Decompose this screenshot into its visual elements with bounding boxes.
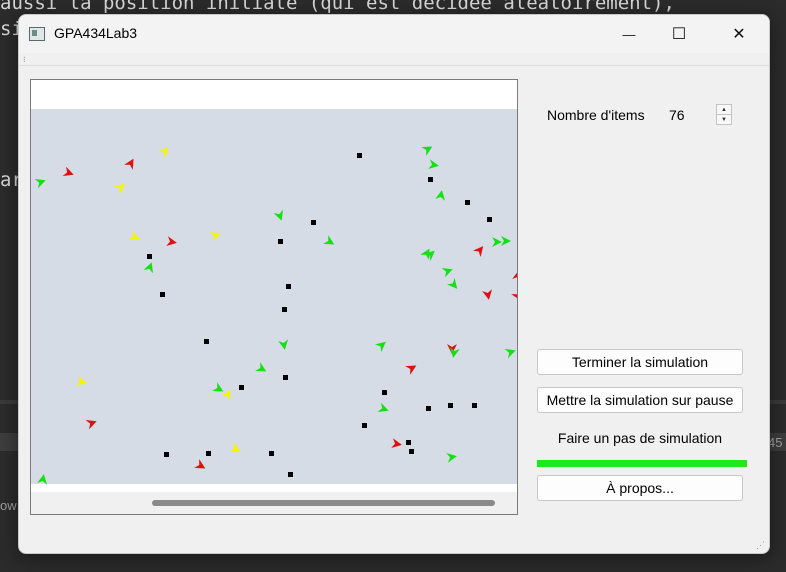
food-dot [283,375,288,380]
menu-bar: ⁝ [19,53,769,66]
items-count-label: Nombre d'items [547,107,645,123]
agent-red-icon [391,438,402,449]
agent-green-icon [421,146,433,156]
app-icon [29,27,45,41]
agent-green-icon [428,159,439,170]
spin-down-icon[interactable]: ▼ [716,114,732,125]
simulation-view[interactable] [30,79,518,515]
agent-green-icon [374,341,386,353]
background-ghost-text: ow [0,498,17,513]
agent-green-icon [446,452,457,463]
agent-red-icon [62,166,74,176]
window-title: GPA434Lab3 [54,25,138,41]
agent-red-icon [194,459,206,469]
background-code-line: aussi la position initiale (qui est déci… [0,0,675,14]
background-ghost-number: 45 [768,435,783,450]
food-dot [426,406,431,411]
agent-green-icon [255,362,267,372]
food-dot [357,153,362,158]
agent-yellow-icon [157,147,169,159]
food-dot [278,239,283,244]
stop-simulation-button[interactable]: Terminer la simulation [537,349,743,375]
agent-green-icon [37,474,48,485]
food-dot [286,284,291,289]
agent-green-icon [501,236,511,246]
close-button[interactable]: ✕ [711,15,767,53]
agent-red-icon [405,365,417,375]
app-window: GPA434Lab3 — ☐ ✕ ⁝ Nombre d'items 76 ▲ ▼… [18,14,770,554]
agent-yellow-icon [209,232,221,242]
scrollbar-handle[interactable] [152,500,495,506]
food-dot [239,385,244,390]
food-dot [147,254,152,259]
agent-yellow-icon [128,230,140,240]
agent-green-icon [34,179,46,189]
about-button[interactable]: À propos... [537,475,743,501]
food-dot [206,451,211,456]
food-dot [362,423,367,428]
agent-red-icon [511,289,517,301]
agent-green-icon [377,402,389,412]
agent-green-icon [435,190,446,201]
food-dot [160,292,165,297]
food-dot [409,449,414,454]
agent-green-icon [323,235,335,245]
agent-red-icon [512,270,517,281]
items-count-value[interactable]: 76 [669,107,685,123]
menu-grip-icon: ⁝ [23,55,26,64]
agent-green-icon [278,339,289,350]
items-count-spinbox[interactable]: 76 ▲ ▼ [664,102,734,126]
agent-red-icon [124,158,134,170]
agent-red-icon [85,420,97,430]
agent-green-icon [446,277,458,289]
food-dot [428,177,433,182]
agent-green-icon [273,209,283,221]
food-dot [382,390,387,395]
agent-red-icon [482,289,493,300]
food-dot [164,452,169,457]
agent-red-icon [472,246,484,258]
agent-green-icon [449,347,460,358]
food-dot [448,403,453,408]
agent-yellow-icon [113,183,125,195]
food-dot [487,217,492,222]
agent-green-icon [143,262,153,274]
food-dot [288,472,293,477]
title-bar[interactable]: GPA434Lab3 — ☐ ✕ [19,15,769,53]
resize-grip-icon[interactable]: ⋰ [756,540,766,550]
food-dot [472,403,477,408]
simulation-progress-bar [537,460,747,467]
simulation-scene [31,109,517,485]
agent-yellow-icon [229,442,241,452]
maximize-button[interactable]: ☐ [651,15,707,53]
food-dot [406,440,411,445]
pause-simulation-button[interactable]: Mettre la simulation sur pause [537,387,743,413]
minimize-button[interactable]: — [601,15,657,53]
food-dot [282,307,287,312]
agent-green-icon [504,349,516,359]
food-dot [204,339,209,344]
agent-yellow-icon [76,376,87,387]
food-dot [311,220,316,225]
food-dot [269,451,274,456]
agent-red-icon [166,236,177,247]
food-dot [465,200,470,205]
horizontal-scrollbar[interactable] [31,492,517,514]
step-simulation-button[interactable]: Faire un pas de simulation [537,425,743,451]
